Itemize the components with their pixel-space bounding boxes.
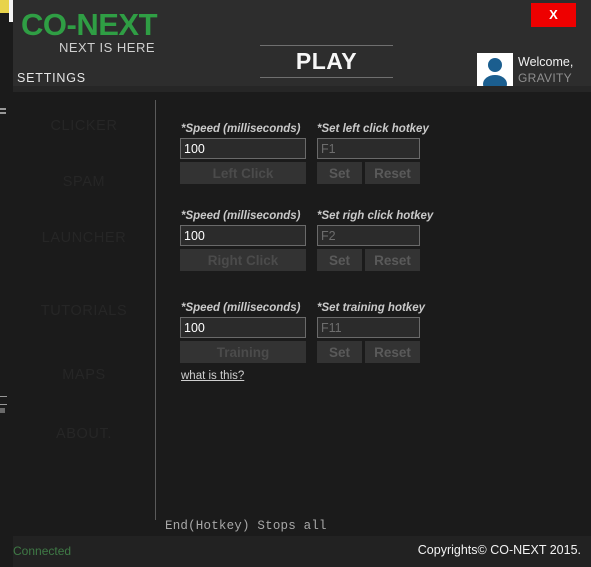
right-click-speed-input[interactable] (180, 225, 306, 246)
close-window-button[interactable]: X (531, 3, 576, 27)
sidebar-nav: CLICKER SPAM LAUNCHER TUTORIALS MAPS ABO… (13, 92, 155, 536)
app-footer: Connected Copyrights© CO-NEXT 2015. (13, 536, 591, 567)
sidebar-item-spam[interactable]: SPAM (13, 174, 155, 190)
left-click-speed-input[interactable] (180, 138, 306, 159)
play-button-label: PLAY (295, 48, 358, 74)
sidebar-item-maps[interactable]: MAPS (13, 367, 155, 383)
settings-menu-label[interactable]: SETTINGS (17, 71, 86, 85)
what-is-this-link[interactable]: what is this? (181, 370, 244, 382)
background-artifact-edge-2 (0, 112, 6, 114)
app-window: CO-NEXT NEXT IS HERE SETTINGS PLAY Welco… (0, 0, 591, 567)
right-click-hotkey-input[interactable] (317, 225, 420, 246)
user-avatar-icon (477, 53, 513, 89)
left-click-button[interactable]: Left Click (180, 162, 306, 184)
app-header: CO-NEXT NEXT IS HERE SETTINGS PLAY Welco… (13, 0, 591, 92)
hotkey-note: End(Hotkey) Stops all (165, 519, 327, 533)
left-click-reset-button[interactable]: Reset (365, 162, 420, 184)
left-click-hotkey-label: *Set left click hotkey (317, 123, 429, 135)
background-artifact-edge-4 (0, 404, 7, 405)
sidebar-item-about[interactable]: ABOUT. (13, 426, 155, 442)
background-artifact-edge-5 (0, 408, 5, 413)
training-hotkey-label: *Set training hotkey (317, 302, 425, 314)
right-click-speed-label: *Speed (milliseconds) (181, 210, 301, 222)
sidebar-item-launcher[interactable]: LAUNCHER (13, 230, 155, 246)
left-click-set-button[interactable]: Set (317, 162, 362, 184)
training-hotkey-input[interactable] (317, 317, 420, 338)
welcome-label: Welcome, (518, 55, 574, 69)
right-click-hotkey-label: *Set righ click hotkey (317, 210, 434, 222)
sidebar-item-clicker[interactable]: CLICKER (13, 118, 155, 134)
app-body: CLICKER SPAM LAUNCHER TUTORIALS MAPS ABO… (13, 92, 591, 536)
play-rule-bottom (260, 77, 393, 78)
settings-content: *Speed (milliseconds) Left Click *Set le… (156, 92, 591, 536)
training-speed-label: *Speed (milliseconds) (181, 302, 301, 314)
sidebar-item-tutorials[interactable]: TUTORIALS (13, 303, 155, 319)
left-click-hotkey-input[interactable] (317, 138, 420, 159)
brand-tagline: NEXT IS HERE (58, 40, 155, 55)
username-label: GRAVITY (518, 71, 572, 85)
brand-logo: CO-NEXT NEXT IS HERE (21, 7, 158, 56)
copyright-label: Copyrights© CO-NEXT 2015. (417, 543, 581, 557)
connection-status-badge: Connected (13, 544, 72, 558)
training-button[interactable]: Training (180, 341, 306, 363)
right-click-set-button[interactable]: Set (317, 249, 362, 271)
brand-title: CO-NEXT (21, 7, 158, 42)
training-set-button[interactable]: Set (317, 341, 362, 363)
play-button[interactable]: PLAY (260, 45, 393, 78)
background-artifact-edge-3 (0, 396, 7, 397)
training-reset-button[interactable]: Reset (365, 341, 420, 363)
left-click-speed-label: *Speed (milliseconds) (181, 123, 301, 135)
right-click-reset-button[interactable]: Reset (365, 249, 420, 271)
right-click-button[interactable]: Right Click (180, 249, 306, 271)
background-artifact-edge-1 (0, 108, 6, 110)
training-speed-input[interactable] (180, 317, 306, 338)
background-artifact-corner (0, 0, 9, 13)
